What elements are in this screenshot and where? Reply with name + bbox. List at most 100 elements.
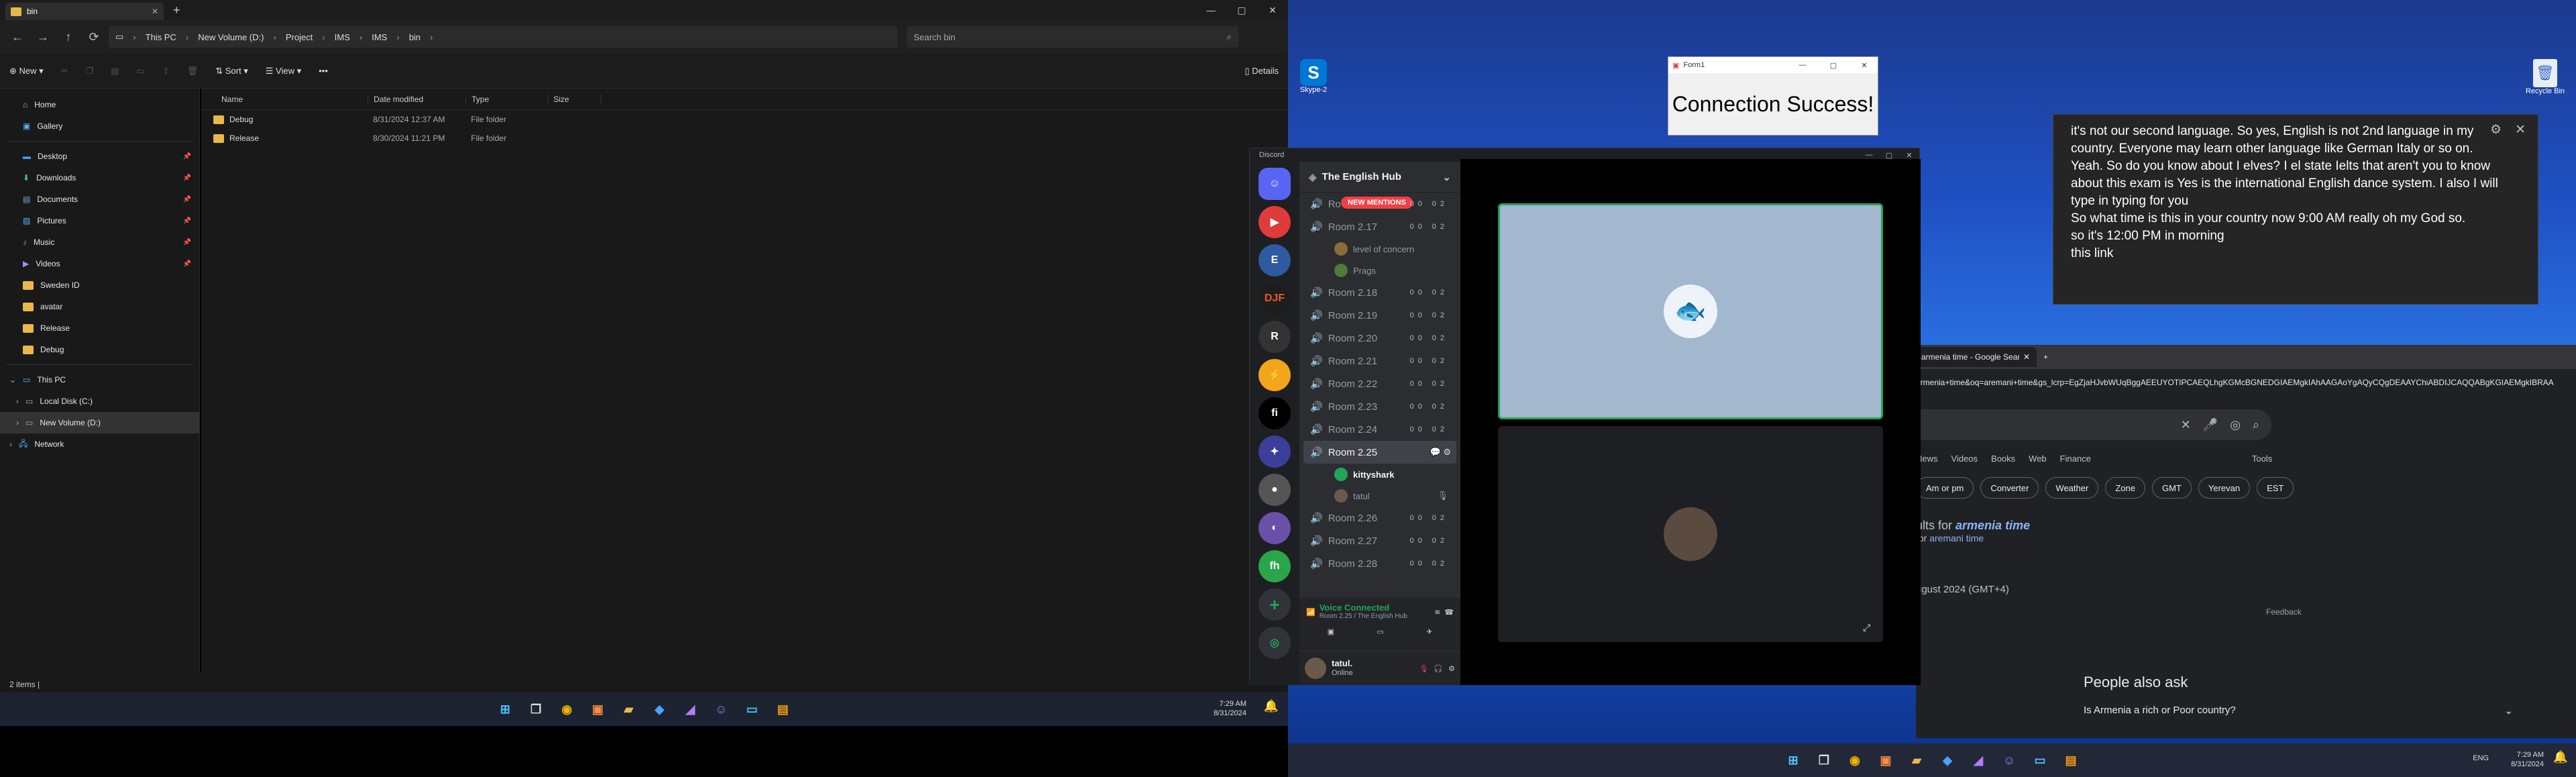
expand-chevron-icon[interactable]: › — [9, 439, 12, 449]
voice-channel[interactable]: 🔊 Room 2.18 00 02 — [1299, 281, 1460, 304]
expand-chevron-icon[interactable]: › — [16, 397, 19, 406]
voice-user[interactable]: tatul 🎙 — [1299, 485, 1460, 507]
maximize-icon[interactable]: ▢ — [1226, 5, 1257, 16]
breadcrumb-item[interactable]: bin — [409, 32, 421, 42]
desktop-icon-skype[interactable]: S Skype-2 — [1296, 59, 1331, 94]
voice-channel[interactable]: 🔊 Ro NEW MENTIONS 00 02 — [1299, 193, 1460, 215]
column-size[interactable]: Size — [547, 94, 601, 104]
visual-studio-icon[interactable]: ◢ — [679, 698, 702, 721]
lens-icon[interactable]: ◎ — [2230, 418, 2241, 432]
clock[interactable]: 7:29 AM 8/31/2024 — [2511, 750, 2544, 769]
delete-icon[interactable]: 🗑 — [187, 66, 199, 76]
voice-channel[interactable]: 🔊 Room 2.20 00 02 — [1299, 327, 1460, 350]
breadcrumb-item[interactable]: This PC — [146, 32, 176, 42]
minimize-icon[interactable]: — — [1195, 5, 1226, 16]
minimize-icon[interactable]: — — [1859, 151, 1879, 159]
app-icon[interactable]: ▤ — [771, 698, 794, 721]
search-icon[interactable]: ⌕ — [2253, 418, 2259, 432]
sidebar-item-folder[interactable]: avatar — [0, 296, 199, 317]
sidebar-item-network[interactable]: › 🖧 Network — [0, 433, 199, 455]
expand-chevron-icon[interactable]: ⌄ — [9, 375, 16, 384]
result-term[interactable]: armenia time — [1955, 519, 2030, 532]
details-button[interactable]: ▯ Details — [1244, 66, 1279, 76]
server-icon[interactable]: ◐ — [1258, 512, 1291, 544]
server-icon[interactable]: ✦ — [1258, 435, 1291, 468]
file-explorer-icon[interactable]: ▰ — [1905, 749, 1928, 772]
sidebar-item-videos[interactable]: ▶ Videos 📌 — [0, 253, 199, 274]
column-name[interactable]: Name — [201, 95, 368, 104]
voice-channel[interactable]: 🔊 Room 2.27 00 02 — [1299, 529, 1460, 552]
new-tab-icon[interactable]: + — [2043, 352, 2048, 362]
new-button[interactable]: ⊕ New ▾ — [9, 66, 44, 76]
sidebar-item-documents[interactable]: ▤ Documents 📌 — [0, 189, 199, 210]
sidebar-item-local-disk[interactable]: › ▭ Local Disk (C:) — [0, 391, 199, 412]
task-view-icon[interactable]: ❐ — [525, 698, 547, 721]
server-icon[interactable]: fh — [1258, 550, 1291, 582]
server-icon[interactable]: E — [1258, 244, 1291, 276]
chip[interactable]: GMT — [2151, 477, 2192, 499]
file-explorer-icon[interactable]: ▰ — [617, 698, 640, 721]
start-icon[interactable]: ⊞ — [494, 698, 517, 721]
sidebar-item-folder[interactable]: Debug — [0, 339, 199, 360]
activity-icon[interactable]: ✈ — [1426, 627, 1432, 636]
clear-icon[interactable]: ✕ — [2181, 418, 2191, 432]
sidebar-item-desktop[interactable]: ▬ Desktop 📌 — [0, 146, 199, 167]
noise-suppression-icon[interactable]: ≋ — [1434, 608, 1440, 617]
search-box[interactable]: ✕ 🎤 ◎ ⌕ — [1916, 409, 2271, 440]
server-icon[interactable]: R — [1258, 321, 1291, 353]
vscode-icon[interactable]: ◆ — [1936, 749, 1959, 772]
sidebar-item-music[interactable]: ♪ Music 📌 — [0, 231, 199, 253]
sidebar-item-pictures[interactable]: ▨ Pictures 📌 — [0, 210, 199, 231]
vscode-icon[interactable]: ◆ — [648, 698, 671, 721]
nav-web[interactable]: Web — [2029, 454, 2047, 464]
maximize-icon[interactable]: ▢ — [1879, 151, 1899, 160]
chip[interactable]: Yerevan — [2198, 477, 2251, 499]
notification-icon[interactable]: 🔔 — [2553, 750, 2568, 764]
share-icon[interactable]: ⇪ — [162, 66, 170, 76]
video-tile[interactable] — [1498, 426, 1883, 642]
sidebar-item-new-volume[interactable]: › ▭ New Volume (D:) — [0, 412, 199, 433]
new-mentions-badge[interactable]: NEW MENTIONS — [1341, 197, 1413, 209]
gear-icon[interactable]: ⚙ — [1448, 664, 1455, 673]
sidebar-item-folder[interactable]: Release — [0, 317, 199, 339]
forward-icon[interactable]: → — [32, 26, 54, 48]
more-button[interactable]: ••• — [319, 66, 328, 76]
nav-books[interactable]: Books — [1991, 454, 2015, 464]
nav-tools[interactable]: Tools — [2252, 454, 2272, 464]
voice-user[interactable]: Prags — [1299, 260, 1460, 281]
table-row[interactable]: Release 8/30/2024 11:21 PM File folder — [201, 129, 1288, 148]
chrome-tab[interactable]: armenia time - Google Search ✕ — [1916, 347, 2037, 367]
voice-channel[interactable]: 🔊 Room 2.21 00 02 — [1299, 350, 1460, 372]
feedback-link[interactable]: Feedback — [2266, 607, 2576, 617]
copy-icon[interactable]: ❐ — [86, 66, 94, 76]
back-icon[interactable]: ← — [7, 26, 28, 48]
sidebar-item-gallery[interactable]: ▣ Gallery — [0, 115, 199, 137]
chip[interactable]: Zone — [2105, 477, 2145, 499]
new-tab-icon[interactable]: + — [173, 3, 180, 17]
chip[interactable]: Am or pm — [1916, 477, 1974, 499]
close-tab-icon[interactable]: ✕ — [2023, 352, 2030, 362]
column-type[interactable]: Type — [466, 94, 547, 104]
notification-icon[interactable]: 🔔 — [1264, 699, 1279, 713]
video-tile-speaking[interactable]: 🐟 — [1498, 203, 1883, 419]
disconnect-icon[interactable]: ☎ — [1444, 608, 1454, 617]
chip[interactable]: EST — [2257, 477, 2294, 499]
column-date[interactable]: Date modified — [368, 94, 466, 104]
server-icon[interactable]: ⚡ — [1258, 359, 1291, 391]
sort-button[interactable]: ⇅ Sort ▾ — [215, 66, 248, 76]
headphones-icon[interactable]: 🎧 — [1434, 664, 1443, 673]
close-icon[interactable]: ✕ — [1899, 151, 1919, 160]
close-icon[interactable]: ✕ — [1257, 5, 1288, 16]
search-input[interactable]: Search bin ⌕ — [907, 26, 1238, 48]
nav-finance[interactable]: Finance — [2060, 454, 2091, 464]
chip[interactable]: Weather — [2045, 477, 2099, 499]
app-icon[interactable]: ▤ — [2059, 749, 2082, 772]
app-icon[interactable]: ▣ — [1874, 749, 1897, 772]
minimize-icon[interactable]: — — [1789, 61, 1816, 69]
voice-channel[interactable]: 🔊 Room 2.23 00 02 — [1299, 395, 1460, 418]
app-icon[interactable]: ▭ — [2029, 749, 2051, 772]
avatar[interactable] — [1305, 658, 1326, 679]
close-icon[interactable]: ✕ — [2515, 121, 2526, 139]
add-server-icon[interactable]: + — [1258, 588, 1291, 621]
voice-channel[interactable]: 🔊 Room 2.19 00 02 — [1299, 304, 1460, 327]
